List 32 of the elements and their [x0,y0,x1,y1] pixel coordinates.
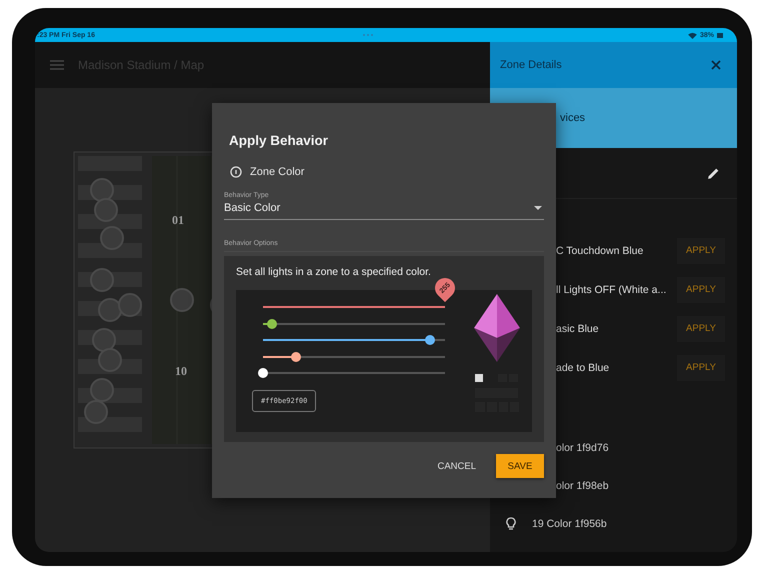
behavior-description: Set all lights in a zone to a specified color. [236,266,432,278]
panel-title: Zone Details [500,59,562,71]
cancel-button[interactable]: CANCEL [437,460,476,472]
slider-thumb[interactable] [290,352,301,362]
apply-button[interactable]: APPLY [677,238,725,264]
caret-icon [534,206,542,210]
pencil-icon[interactable] [707,166,720,180]
devices-tab[interactable]: vices [560,112,586,124]
pyramid-preview-drawing [472,292,522,364]
map-label: 01 [172,213,184,228]
device-name[interactable]: olor 1f98eb [556,480,609,492]
map-label: 10 [175,364,187,379]
swatch-grid-drawing [474,372,520,414]
apply-button[interactable]: APPLY [677,316,725,342]
device-name[interactable]: olor 1f9d76 [556,442,609,454]
behavior-name: ll Lights OFF (White a... [556,284,666,296]
slider-thumb[interactable] [258,368,268,378]
behavior-name: C Touchdown Blue [556,244,644,256]
zone-color-label: Zone Color [250,166,304,178]
info-circle-icon [230,166,242,178]
behavior-name: ade to Blue [556,362,610,374]
slider-thumb[interactable] [267,318,278,328]
slider-thumb[interactable] [425,335,436,345]
behavior-name: asic Blue [556,322,599,334]
close-icon[interactable] [711,60,721,70]
apply-button[interactable]: APPLY [677,276,725,302]
dialog-title: Apply Behavior [228,133,330,148]
wifi-icon [688,32,697,38]
battery-icon [717,32,724,38]
device-name[interactable]: 19 Color 1f956b [532,518,607,530]
apply-button[interactable]: APPLY [677,354,725,380]
save-button[interactable]: SAVE [496,454,544,478]
